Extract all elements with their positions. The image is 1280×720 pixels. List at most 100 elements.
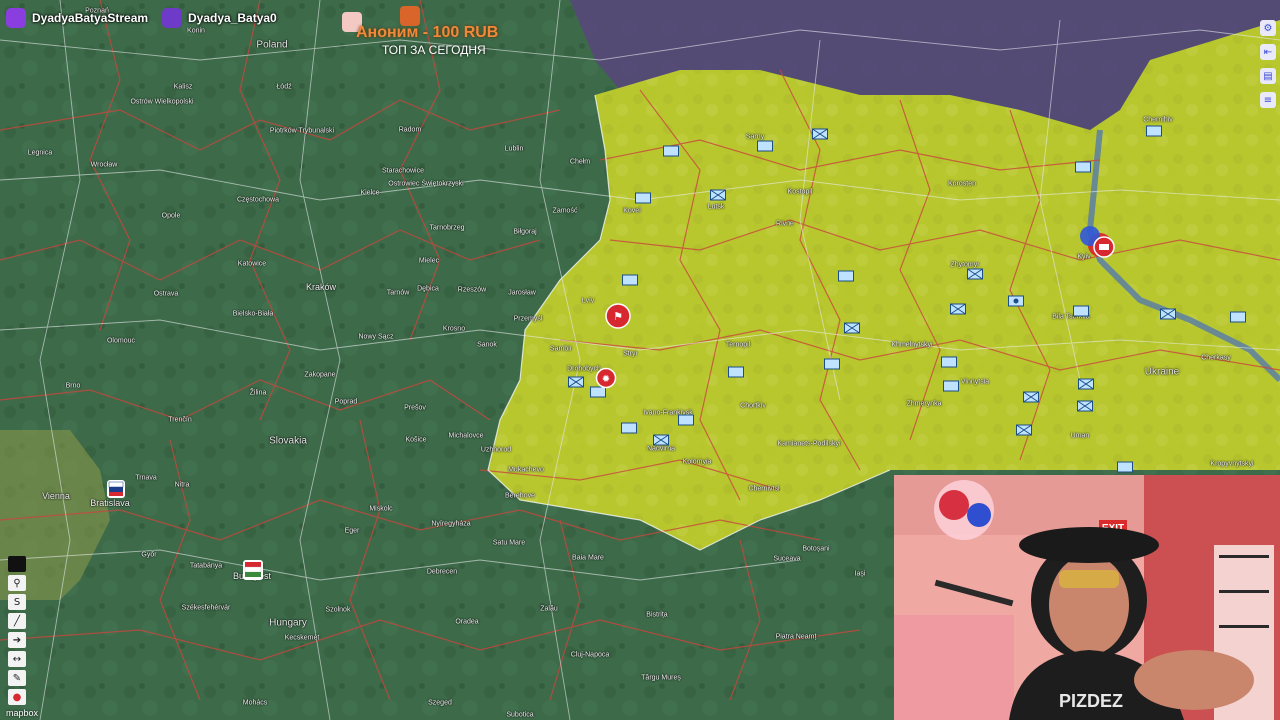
city-label: Mohács	[242, 699, 268, 707]
city-label: Kamianets-Podilskyi	[777, 440, 841, 448]
city-label: Kraków	[305, 282, 337, 292]
city-label: Chernivtsi	[748, 485, 780, 493]
svg-text:✹: ✹	[602, 374, 610, 385]
city-label: Szolnok	[325, 606, 351, 614]
city-label: Radom	[398, 126, 422, 134]
unit-marker[interactable]	[728, 366, 744, 378]
city-label: Botoșani	[802, 545, 830, 553]
menu-icon[interactable]: ≡	[1260, 92, 1276, 108]
unit-marker[interactable]	[678, 414, 694, 426]
arrow-icon[interactable]: ➔	[8, 632, 26, 648]
unit-marker[interactable]	[757, 140, 773, 152]
unit-marker[interactable]	[967, 268, 983, 280]
draw-icon[interactable]: ✎	[8, 670, 26, 686]
city-label: Bratislava	[90, 498, 130, 508]
line-icon[interactable]: ╱	[8, 613, 26, 629]
city-label: Lublin	[504, 145, 524, 153]
city-label: Miskolc	[369, 505, 393, 513]
unit-marker[interactable]	[812, 128, 828, 140]
unit-marker[interactable]	[838, 270, 854, 282]
unit-marker[interactable]	[1023, 391, 1039, 403]
unit-marker[interactable]	[1146, 125, 1162, 137]
unit-marker[interactable]	[824, 358, 840, 370]
city-label: Tarnobrzeg	[429, 224, 465, 232]
city-label: Trnava	[135, 474, 157, 482]
city-label: Korosten	[947, 180, 977, 188]
unit-marker[interactable]	[950, 303, 966, 315]
city-label: Uman	[1070, 432, 1090, 440]
unit-marker[interactable]	[621, 422, 637, 434]
unit-marker[interactable]	[663, 145, 679, 157]
text-icon[interactable]: S	[8, 594, 26, 610]
city-label: Legnica	[27, 149, 53, 157]
country-label-slovakia: Slovakia	[269, 435, 307, 447]
unit-marker[interactable]	[1117, 461, 1133, 473]
unit-marker[interactable]	[710, 189, 726, 201]
unit-marker[interactable]	[1078, 378, 1094, 390]
marker-icon[interactable]: ●	[8, 689, 26, 705]
unit-marker[interactable]	[943, 380, 959, 392]
city-label: Poprad	[334, 398, 358, 406]
unit-marker[interactable]	[1160, 308, 1176, 320]
city-label: Przemyśl	[513, 315, 543, 323]
unit-marker[interactable]	[635, 192, 651, 204]
twitch-icon	[162, 8, 182, 28]
strike-marker-lviv[interactable]: ⚑	[604, 302, 632, 330]
city-label: Konin	[187, 27, 205, 35]
channel-name: Dyadya_Batya0	[188, 11, 277, 25]
city-label: Cluj-Napoca	[570, 651, 610, 659]
city-label: Satu Mare	[492, 539, 526, 547]
donation-alert: Аноним - 100 RUB ТОП ЗА СЕГОДНЯ	[340, 6, 520, 60]
collapse-icon[interactable]: ⇤	[1260, 44, 1276, 60]
shirt-text: PIZDEZ	[1059, 691, 1123, 711]
strike-marker-drohobych[interactable]: ✹	[595, 367, 617, 389]
city-label: Opole	[161, 212, 181, 220]
city-label: Ostrowiec Świętokrzyski	[388, 180, 464, 188]
unit-marker[interactable]	[1230, 311, 1246, 323]
channel-handle-second: Dyadya_Batya0	[162, 8, 277, 28]
drawing-toolbar: ⚲ S ╱ ➔ ↔ ✎ ●	[6, 556, 28, 705]
strike-marker-kyiv[interactable]	[1092, 235, 1116, 259]
unit-marker[interactable]	[568, 376, 584, 388]
city-label: Nowy Sącz	[358, 333, 394, 341]
city-label: Subotica	[506, 711, 534, 719]
city-label: Kielce	[360, 189, 380, 197]
city-label: Tatabánya	[189, 562, 223, 570]
pin-icon[interactable]: ⚲	[8, 575, 26, 591]
city-label: Vienna	[42, 491, 70, 501]
unit-marker[interactable]	[1073, 305, 1089, 317]
city-label: Sanok	[477, 341, 497, 349]
city-label: Chernihiv	[1143, 116, 1173, 124]
twitch-icon	[6, 8, 26, 28]
city-label: Mielec	[418, 257, 440, 265]
unit-marker[interactable]	[844, 322, 860, 334]
city-label: Bistrița	[646, 611, 668, 619]
city-label: Piotrków Trybunalski	[269, 127, 335, 135]
layers-icon[interactable]: ▤	[1260, 68, 1276, 84]
unit-marker[interactable]	[941, 356, 957, 368]
settings-icon[interactable]: ⚙	[1260, 20, 1276, 36]
city-label: Prešov	[404, 404, 426, 412]
measure-icon[interactable]: ↔	[8, 651, 26, 667]
city-label: Lutsk	[707, 203, 725, 211]
city-label: Kyiv	[1077, 253, 1091, 261]
city-label: Bielsko-Biała	[232, 310, 274, 318]
unit-marker[interactable]	[653, 434, 669, 446]
city-label: Iași	[854, 570, 866, 578]
city-label: Trenčín	[168, 416, 192, 424]
unit-marker[interactable]	[1077, 400, 1093, 412]
svg-text:⚑: ⚑	[613, 310, 623, 323]
flag-marker-budapest[interactable]	[242, 559, 264, 581]
unit-marker[interactable]	[1075, 161, 1091, 173]
flag-marker-bratislava[interactable]	[106, 479, 126, 499]
color-swatch-icon[interactable]	[8, 556, 26, 572]
unit-marker[interactable]	[1008, 295, 1024, 307]
city-label: Kovel	[623, 207, 641, 215]
city-label: Nitra	[174, 481, 190, 489]
unit-marker[interactable]	[1016, 424, 1032, 436]
unit-marker[interactable]	[622, 274, 638, 286]
channel-handle-twitch: DyadyaBatyaStream	[6, 8, 148, 28]
city-label: Nadvirna	[646, 445, 676, 453]
city-label: Starachowice	[381, 167, 425, 175]
country-label-poland: Poland	[256, 39, 288, 51]
